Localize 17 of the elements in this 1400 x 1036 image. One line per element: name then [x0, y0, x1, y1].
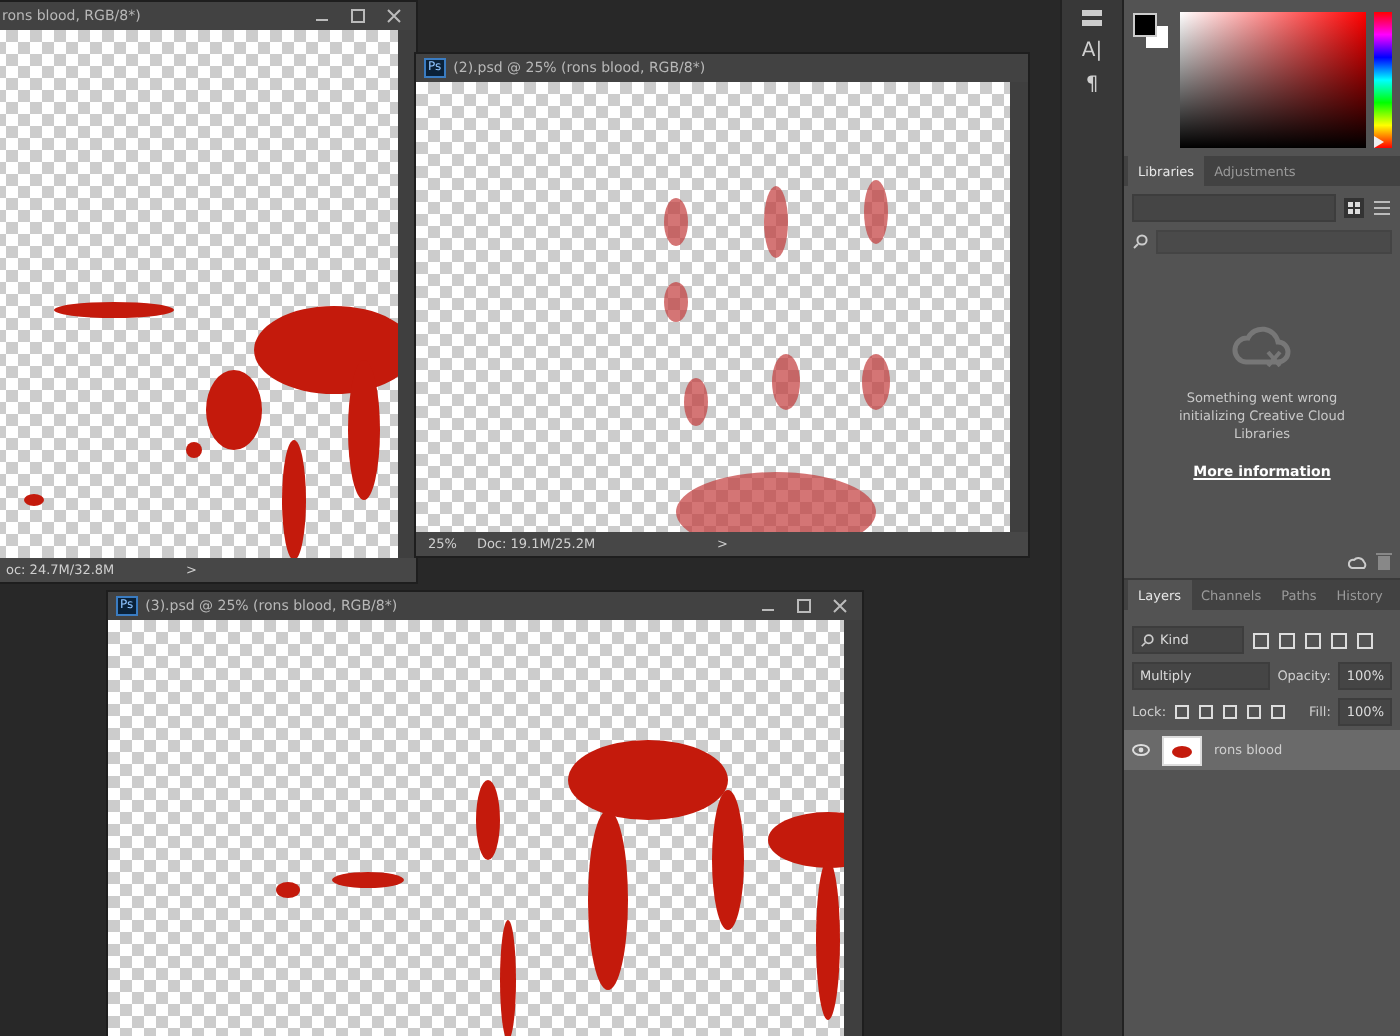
- tool-button[interactable]: ¶: [1085, 74, 1099, 96]
- hue-slider-thumb[interactable]: [1374, 136, 1384, 148]
- tool-button[interactable]: A|: [1081, 40, 1103, 62]
- hue-slider[interactable]: [1374, 12, 1392, 148]
- grid-view-icon[interactable]: [1344, 198, 1364, 218]
- visibility-eye-icon[interactable]: [1132, 744, 1150, 756]
- search-icon: [1140, 633, 1154, 647]
- cloud-icon[interactable]: [1348, 553, 1368, 569]
- scrollbar[interactable]: [844, 620, 862, 1036]
- search-icon: [1132, 234, 1148, 250]
- color-swatches-icon[interactable]: [1132, 12, 1172, 52]
- list-view-icon[interactable]: [1372, 198, 1392, 218]
- scrollbar[interactable]: [1010, 82, 1028, 532]
- cloud-error-icon: [1232, 326, 1292, 370]
- panel-icon[interactable]: [1080, 8, 1104, 28]
- layer-thumbnail: [1162, 735, 1202, 765]
- color-field[interactable]: [1180, 12, 1366, 148]
